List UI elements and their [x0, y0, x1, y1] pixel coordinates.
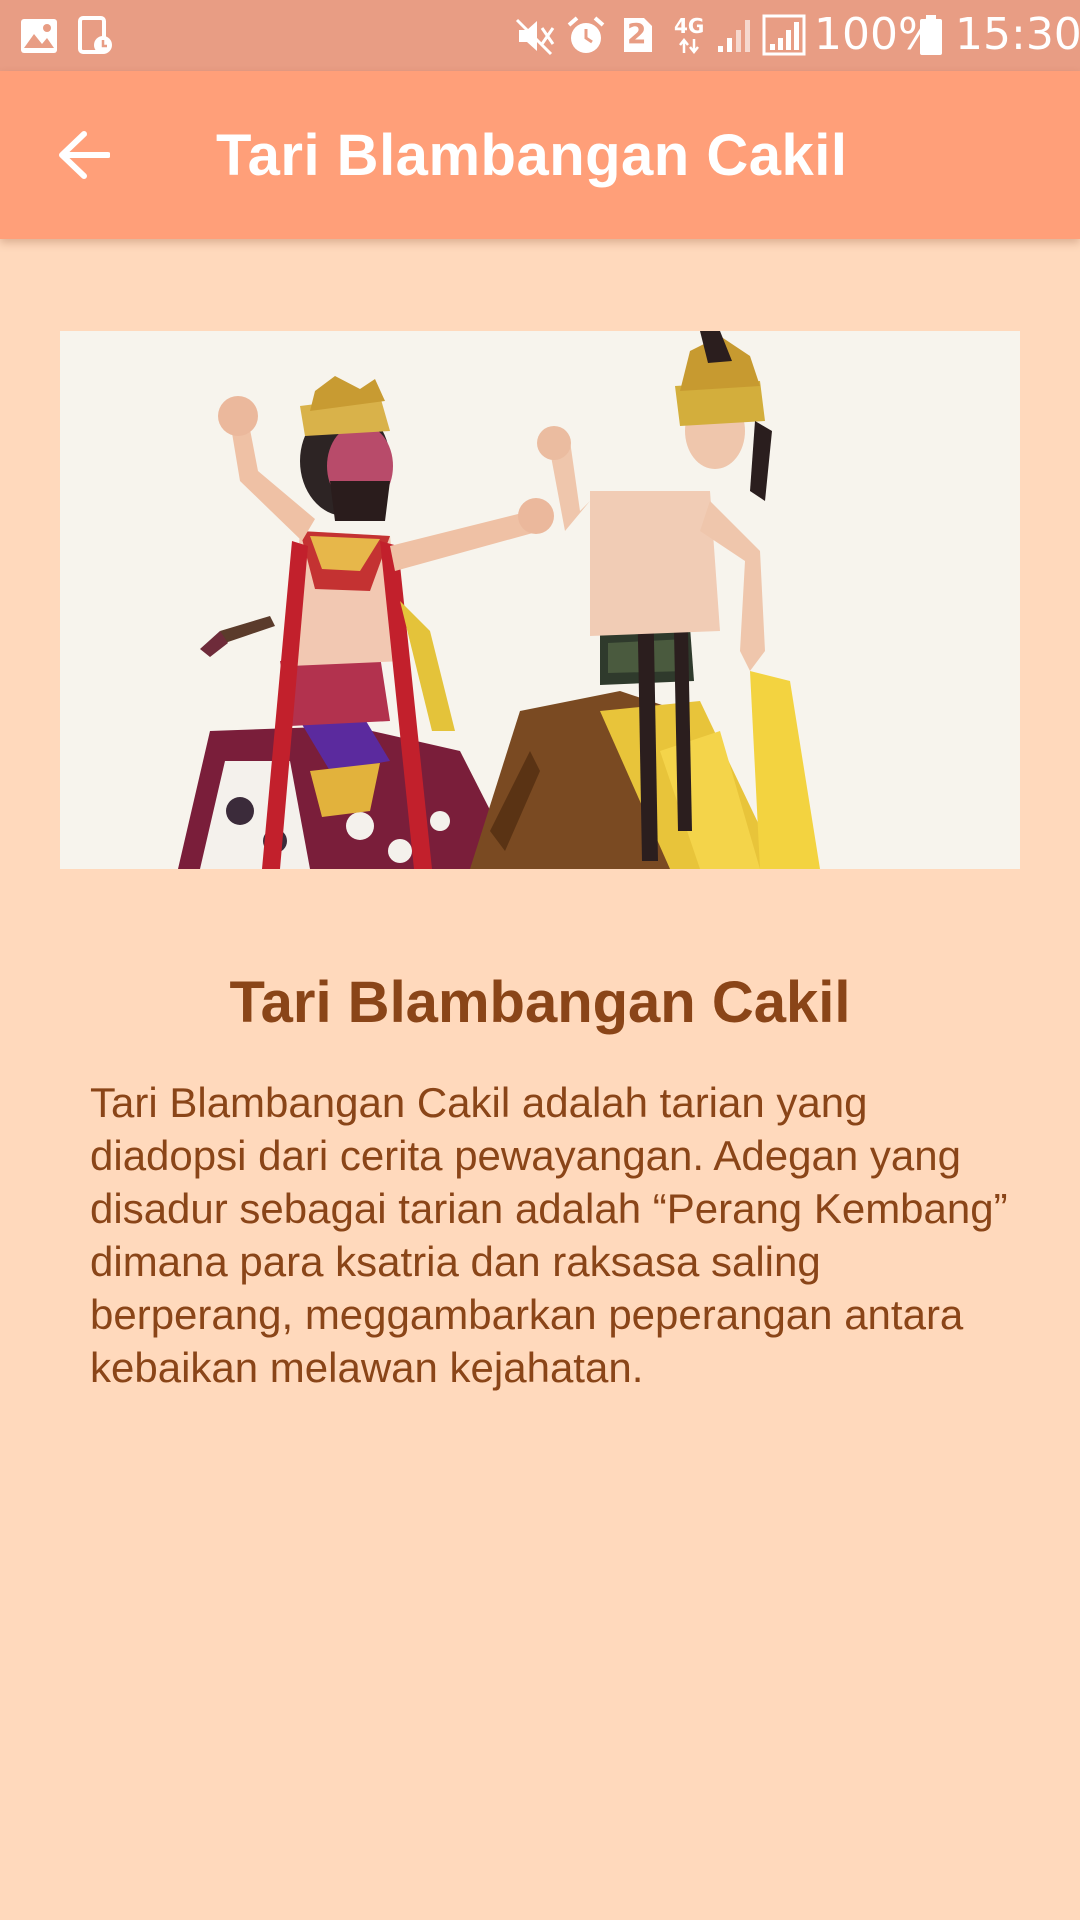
arrow-back-icon — [59, 131, 110, 179]
clock: 15:30 — [955, 9, 1080, 60]
status-bar: 2 4G 100% 15:30 — [0, 0, 1080, 71]
back-button[interactable] — [42, 113, 126, 197]
gallery-icon — [21, 19, 57, 53]
sim-slot-number: 2 — [627, 17, 647, 50]
alarm-icon — [567, 16, 605, 53]
content-title: Tari Blambangan Cakil — [229, 970, 851, 1035]
screenshot-icon — [78, 16, 112, 54]
mute-icon — [515, 18, 555, 56]
battery-icon — [920, 15, 942, 55]
signal-icon — [718, 20, 750, 52]
app-bar: Tari Blambangan Cakil — [0, 71, 1080, 239]
network-type: 4G — [674, 14, 705, 38]
app-bar-title: Tari Blambangan Cakil — [216, 123, 848, 188]
signal-icon — [762, 14, 806, 56]
data-arrows-icon — [679, 38, 699, 54]
dancers-illustration — [60, 331, 1020, 869]
content-description: Tari Blambangan Cakil adalah tarian yang… — [90, 1079, 1008, 1391]
two-dancers-photo — [60, 331, 1020, 869]
